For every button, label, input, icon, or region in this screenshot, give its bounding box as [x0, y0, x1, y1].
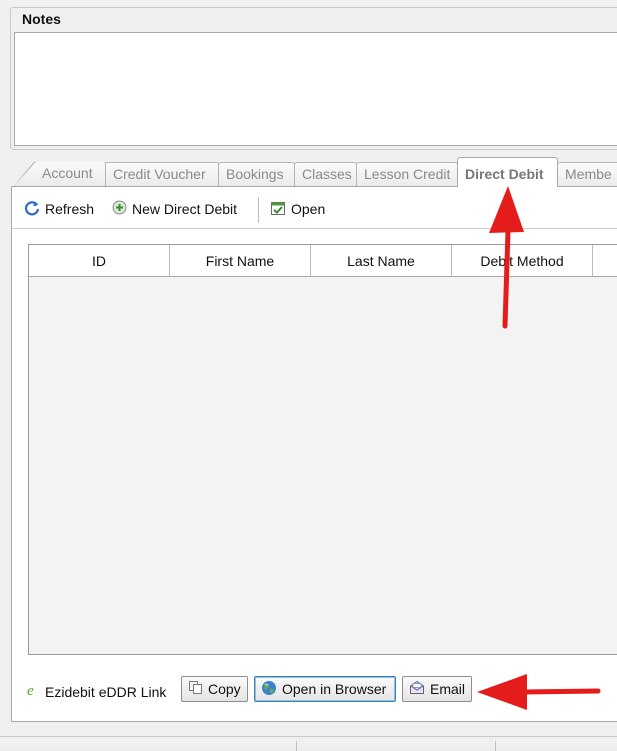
tab-bookings[interactable]: Bookings — [218, 162, 295, 186]
open-in-browser-button[interactable]: Open in Browser — [254, 676, 396, 702]
column-header-extra[interactable] — [593, 245, 617, 276]
toolbar-separator — [258, 197, 259, 223]
tab-credit-voucher[interactable]: Credit Voucher — [105, 162, 219, 186]
new-direct-debit-label: New Direct Debit — [132, 201, 238, 217]
status-bar-divider — [495, 741, 496, 751]
tab-account-label: Account — [42, 165, 93, 181]
globe-icon — [261, 680, 277, 699]
tab-membership-label: Membe — [565, 166, 612, 182]
tab-classes-label: Classes — [302, 166, 352, 182]
ezidebit-link-bar: e Ezidebit eDDR Link Copy Open in Browse… — [22, 676, 482, 704]
email-button[interactable]: Email — [402, 676, 472, 702]
status-bar-divider — [296, 741, 297, 751]
refresh-icon — [24, 200, 40, 219]
refresh-label: Refresh — [45, 201, 95, 217]
open-in-browser-label: Open in Browser — [282, 681, 387, 697]
email-label: Email — [430, 681, 466, 697]
tab-strip: Account Credit Voucher Bookings Classes … — [14, 157, 617, 187]
open-document-icon — [270, 200, 286, 219]
tab-lesson-credit[interactable]: Lesson Credit — [356, 162, 458, 186]
column-header-id[interactable]: ID — [29, 245, 170, 276]
new-direct-debit-button[interactable]: New Direct Debit — [112, 195, 237, 223]
tab-classes[interactable]: Classes — [294, 162, 357, 186]
tab-direct-debit[interactable]: Direct Debit — [457, 157, 558, 187]
envelope-icon — [409, 680, 425, 698]
direct-debit-toolbar: Refresh New Direct Debit Open — [12, 195, 617, 223]
customer-details-panel: Notes Account Credit Voucher Bookings Cl… — [0, 0, 617, 751]
column-header-first-name[interactable]: First Name — [170, 245, 311, 276]
copy-label: Copy — [208, 681, 241, 697]
status-bar — [0, 736, 617, 751]
tab-bookings-label: Bookings — [226, 166, 284, 182]
tab-direct-debit-label: Direct Debit — [465, 166, 544, 182]
tab-credit-voucher-label: Credit Voucher — [113, 166, 206, 182]
ezidebit-e-icon: e — [26, 682, 40, 701]
open-button[interactable]: Open — [270, 195, 325, 223]
grid-header-row: ID First Name Last Name Debit Method — [29, 245, 617, 277]
tab-lesson-credit-label: Lesson Credit — [364, 166, 451, 182]
copy-button[interactable]: Copy — [181, 676, 248, 702]
copy-icon — [188, 680, 203, 698]
svg-text:e: e — [27, 683, 34, 698]
column-header-last-name[interactable]: Last Name — [311, 245, 452, 276]
tab-account[interactable]: Account — [14, 162, 106, 186]
notes-textarea[interactable] — [14, 32, 617, 146]
add-circle-icon — [112, 200, 127, 218]
ezidebit-link-label-group: e Ezidebit eDDR Link — [26, 682, 166, 701]
tab-membership[interactable]: Membe — [557, 162, 617, 186]
open-label: Open — [291, 201, 326, 217]
ezidebit-link-label: Ezidebit eDDR Link — [45, 683, 167, 700]
toolbar-divider — [12, 228, 617, 229]
column-header-debit-method[interactable]: Debit Method — [452, 245, 593, 276]
notes-label: Notes — [18, 11, 65, 27]
direct-debit-grid[interactable]: ID First Name Last Name Debit Method — [28, 244, 617, 655]
refresh-button[interactable]: Refresh — [24, 195, 94, 223]
